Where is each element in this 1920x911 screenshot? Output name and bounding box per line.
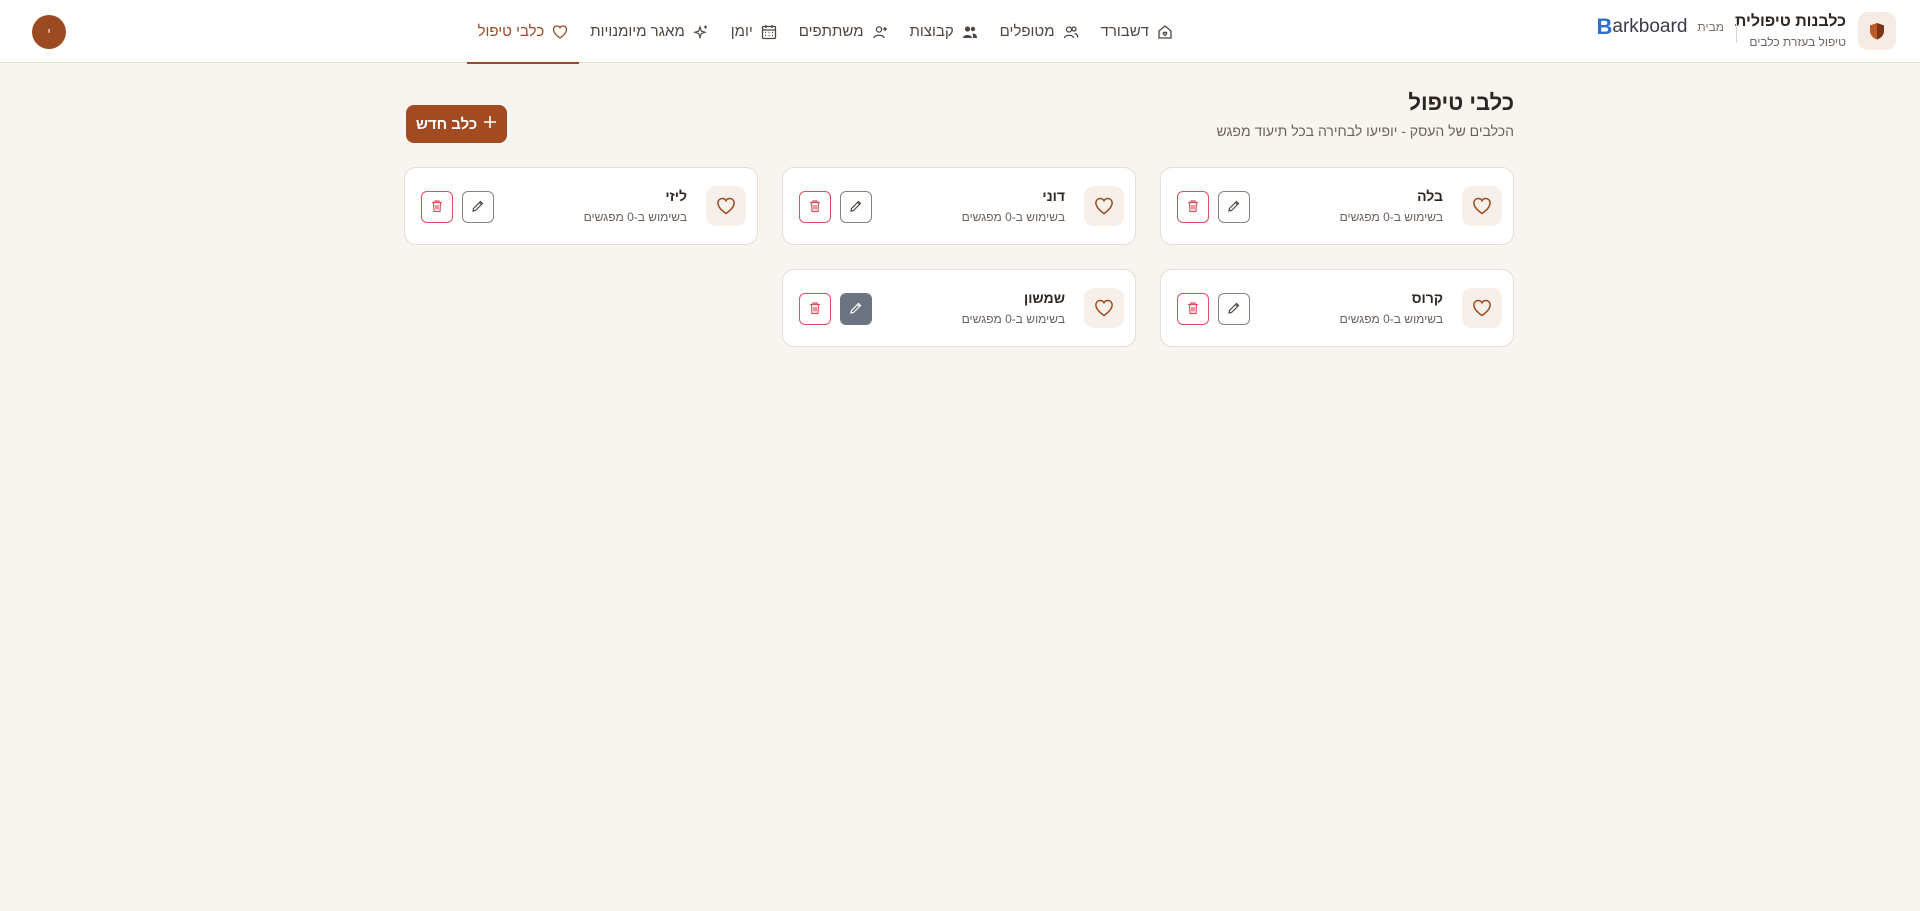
heart-icon (1084, 288, 1124, 328)
main-nav: דשבורד מטופלים קבוצות משתתפים יומן מאגר … (466, 0, 1184, 64)
trash-icon (1186, 301, 1200, 318)
dog-card: בלה בשימוש ב-0 מפגשים (1160, 167, 1514, 245)
nav-label-therapy-dogs: כלבי טיפול (477, 23, 545, 40)
trash-icon (1186, 199, 1200, 216)
nav-label-patients: מטופלים (999, 23, 1055, 40)
heart-icon (1084, 186, 1124, 226)
page-subtitle: הכלבים של העסק - יופיעו לבחירה בכל תיעוד… (1216, 123, 1514, 139)
edit-dog-button[interactable] (1218, 293, 1250, 325)
heart-icon (706, 186, 746, 226)
dog-card: קרוס בשימוש ב-0 מפגשים (1160, 269, 1514, 347)
nav-item-participants[interactable]: משתתפים (788, 0, 899, 63)
pencil-icon (1227, 199, 1241, 216)
barkboard-logo-text: arkboard (1612, 16, 1688, 37)
brand-subtitle: טיפול בעזרת כלבים (1749, 35, 1846, 49)
trash-icon (808, 199, 822, 216)
delete-dog-button[interactable] (421, 191, 453, 223)
nav-item-dashboard[interactable]: דשבורד (1090, 0, 1184, 63)
dog-name: בלה (1417, 188, 1443, 204)
home-heart-icon (1157, 24, 1173, 40)
delete-dog-button[interactable] (799, 293, 831, 325)
edit-dog-button[interactable] (840, 293, 872, 325)
heart-icon (1462, 186, 1502, 226)
nav-item-patients[interactable]: מטופלים (989, 0, 1090, 63)
trash-icon (808, 301, 822, 318)
delete-dog-button[interactable] (1177, 293, 1209, 325)
group-icon (962, 24, 978, 40)
edit-dog-button[interactable] (1218, 191, 1250, 223)
delete-dog-button[interactable] (799, 191, 831, 223)
nav-item-therapy-dogs[interactable]: כלבי טיפול (466, 0, 580, 64)
edit-dog-button[interactable] (840, 191, 872, 223)
powered-by: מבית Barkboard (1597, 14, 1724, 40)
dog-name: דוני (1042, 188, 1065, 204)
brand[interactable]: כלבנות טיפולית טיפול בעזרת כלבים (1735, 12, 1896, 50)
dog-usage: בשימוש ב-0 מפגשים (583, 210, 687, 224)
add-dog-button[interactable]: כלב חדש (406, 105, 507, 143)
dog-usage: בשימוש ב-0 מפגשים (1339, 312, 1443, 326)
top-navigation-bar: כלבנות טיפולית טיפול בעזרת כלבים מבית Ba… (0, 0, 1920, 64)
nav-label-participants: משתתפים (798, 23, 864, 40)
dog-usage: בשימוש ב-0 מפגשים (961, 312, 1065, 326)
pencil-icon (849, 199, 863, 216)
edit-dog-button[interactable] (462, 191, 494, 223)
sparkles-icon (692, 24, 709, 40)
nav-label-calendar: יומן (730, 23, 753, 40)
brand-title: כלבנות טיפולית (1734, 13, 1846, 30)
brand-logo-icon (1858, 12, 1896, 50)
nav-label-groups: קבוצות (909, 23, 954, 40)
page-title: כלבי טיפול (1408, 90, 1514, 115)
dog-usage: בשימוש ב-0 מפגשים (1339, 210, 1443, 224)
users-icon (1063, 24, 1079, 40)
user-avatar[interactable]: י (32, 15, 66, 49)
dog-card: דוני בשימוש ב-0 מפגשים (782, 167, 1136, 245)
dog-name: ליזי (665, 188, 687, 204)
nav-item-skills-bank[interactable]: מאגר מיומנויות (579, 0, 720, 63)
dog-name: שמשון (1023, 290, 1065, 306)
dog-usage: בשימוש ב-0 מפגשים (961, 210, 1065, 224)
nav-label-dashboard: דשבורד (1100, 23, 1149, 40)
barkboard-logo: Barkboard (1597, 14, 1688, 40)
nav-item-groups[interactable]: קבוצות (899, 0, 989, 63)
dog-card: שמשון בשימוש ב-0 מפגשים (782, 269, 1136, 347)
delete-dog-button[interactable] (1177, 191, 1209, 223)
user-plus-icon (872, 24, 888, 40)
heart-icon (1462, 288, 1502, 328)
nav-item-calendar[interactable]: יומן (720, 0, 788, 63)
heart-icon (552, 24, 568, 40)
brand-divider (1736, 18, 1737, 43)
nav-label-skills-bank: מאגר מיומנויות (590, 23, 685, 40)
pencil-icon (471, 199, 485, 216)
trash-icon (430, 199, 444, 216)
plus-icon (483, 115, 497, 133)
pencil-icon (849, 301, 863, 318)
add-dog-label: כלב חדש (415, 115, 478, 133)
pencil-icon (1227, 301, 1241, 318)
calendar-icon (761, 24, 777, 40)
dog-name: קרוס (1411, 290, 1443, 306)
barkboard-logo-b: B (1596, 14, 1613, 39)
powered-by-label: מבית (1697, 20, 1724, 34)
dog-card: ליזי בשימוש ב-0 מפגשים (404, 167, 758, 245)
